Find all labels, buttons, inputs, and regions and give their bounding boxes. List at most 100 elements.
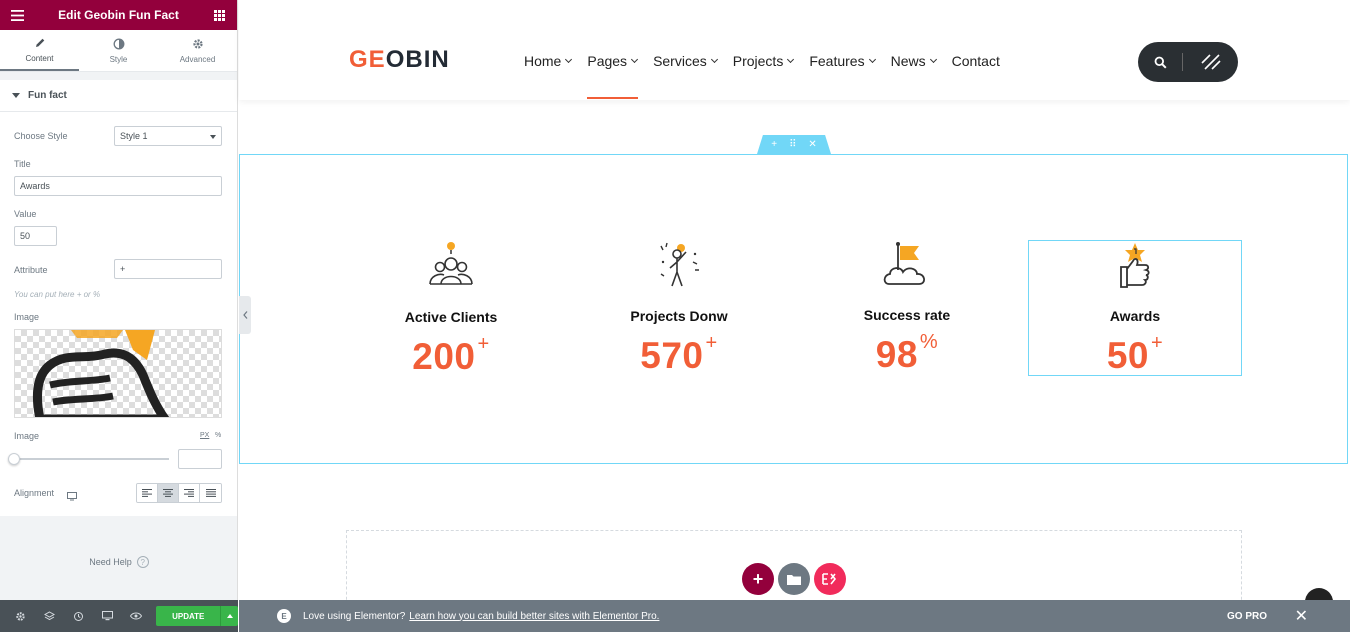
header-actions: [1138, 42, 1238, 82]
hamburger-menu-icon[interactable]: [10, 8, 24, 22]
chevron-left-icon: [242, 311, 247, 319]
navigator-layers-icon[interactable]: [35, 600, 64, 632]
chevron-down-icon: [631, 55, 639, 63]
align-center-icon: [163, 489, 173, 497]
nav-item-services[interactable]: Services: [653, 52, 718, 70]
nav-item-contact[interactable]: Contact: [952, 52, 1000, 70]
nav-item-home[interactable]: Home: [524, 52, 573, 70]
fun-fact-suffix: %: [919, 331, 939, 353]
nav-item-news[interactable]: News: [890, 52, 937, 70]
fun-fact-value: 570 +: [572, 332, 786, 377]
close-icon[interactable]: ✕: [1295, 606, 1308, 626]
value-label: Value: [14, 209, 37, 219]
go-pro-link[interactable]: GO PRO: [1227, 611, 1267, 622]
drag-section-icon[interactable]: ⠿: [789, 139, 796, 150]
tab-style-label: Style: [109, 54, 128, 64]
add-section-icon[interactable]: +: [771, 139, 777, 150]
pencil-icon: [35, 38, 44, 47]
preview-eye-icon[interactable]: [122, 600, 151, 632]
image-size-slider-handle[interactable]: [8, 453, 20, 465]
value-input-value: 50: [20, 231, 31, 241]
nav-item-label: Home: [524, 53, 562, 69]
section-title: Fun fact: [28, 90, 67, 101]
update-button[interactable]: UPDATE: [156, 606, 221, 626]
fun-fact-value: 50 +: [1029, 332, 1241, 377]
search-icon[interactable]: [1138, 56, 1182, 69]
elementskit-library-button[interactable]: [814, 563, 846, 595]
fun-fact-projects-donw[interactable]: Projects Donw 570 +: [572, 240, 786, 376]
fun-fact-success-rate[interactable]: Success rate 98%: [800, 240, 1014, 376]
editor-panel: Edit Geobin Fun Fact Content Style Advan…: [0, 0, 239, 632]
image-size-slider-track[interactable]: [14, 458, 169, 460]
fun-fact-awards[interactable]: Awards 50 +: [1028, 240, 1242, 376]
add-new-section-button[interactable]: +: [742, 563, 774, 595]
tab-style[interactable]: Style: [79, 30, 158, 71]
align-left-button[interactable]: [137, 484, 158, 502]
need-help-label: Need Help: [89, 557, 132, 567]
widgets-grid-icon[interactable]: [213, 8, 227, 22]
fun-fact-suffix: +: [1150, 332, 1164, 354]
section-fun-fact-toggle[interactable]: Fun fact: [0, 80, 237, 112]
choose-style-label: Choose Style: [14, 131, 68, 141]
section-handle: + ⠿ ✕: [757, 135, 831, 154]
align-right-button[interactable]: [179, 484, 200, 502]
promo-text: Love using Elementor?: [303, 610, 406, 622]
delete-section-icon[interactable]: ✕: [808, 139, 816, 150]
update-options-button[interactable]: [220, 606, 239, 626]
offcanvas-menu-icon[interactable]: [1183, 53, 1238, 71]
site-header: GEOBIN Home Pages Services Projects Features…: [239, 0, 1350, 100]
nav-item-pages[interactable]: Pages: [587, 52, 639, 70]
unit-percent[interactable]: %: [215, 432, 221, 439]
collapse-panel-button[interactable]: [239, 296, 251, 334]
main-nav: Home Pages Services Projects Features News Con…: [524, 52, 1016, 70]
settings-gear-icon[interactable]: [6, 600, 35, 632]
fun-fact-active-clients[interactable]: Active Clients 200 +: [344, 240, 558, 378]
image-size-input[interactable]: [178, 449, 222, 469]
alignment-control: [136, 483, 222, 503]
align-center-button[interactable]: [158, 484, 179, 502]
panel-title: Edit Geobin Fun Fact: [58, 8, 179, 22]
value-input[interactable]: 50: [14, 226, 57, 246]
desktop-device-icon[interactable]: [67, 488, 77, 506]
nav-item-features[interactable]: Features: [809, 52, 876, 70]
attribute-hint: You can put here + or %: [14, 290, 101, 299]
history-icon[interactable]: [64, 600, 93, 632]
alignment-label: Alignment: [14, 488, 55, 498]
tab-content[interactable]: Content: [0, 30, 79, 71]
fun-fact-number: 570: [640, 335, 704, 376]
title-input[interactable]: Awards: [14, 176, 222, 196]
nav-item-projects[interactable]: Projects: [732, 52, 795, 70]
site-preview: GEOBIN Home Pages Services Projects Features…: [239, 0, 1350, 632]
responsive-mode-icon[interactable]: [93, 600, 122, 632]
align-right-icon: [184, 489, 194, 497]
need-help-link[interactable]: Need Help ?: [0, 556, 238, 568]
elementor-promo-bar: E Love using Elementor? Learn how you ca…: [239, 600, 1350, 632]
align-justify-icon: [205, 489, 216, 497]
tab-advanced[interactable]: Advanced: [158, 30, 237, 71]
nav-item-label: News: [890, 53, 926, 69]
align-left-icon: [142, 489, 152, 497]
astronaut-icon: [653, 240, 705, 292]
title-input-value: Awards: [20, 181, 50, 191]
nav-item-label: Projects: [732, 53, 784, 69]
caret-down-icon: [12, 93, 20, 98]
fun-fact-number: 50: [1106, 335, 1149, 376]
fun-fact-number: 200: [412, 336, 476, 377]
fun-fact-value: 200 +: [344, 333, 558, 378]
promo-link[interactable]: Learn how you can build better sites wit…: [409, 611, 659, 622]
panel-header: Edit Geobin Fun Fact: [0, 0, 237, 30]
choose-style-select[interactable]: Style 1: [114, 126, 222, 146]
align-justify-button[interactable]: [200, 484, 221, 502]
elementskit-icon: [822, 573, 837, 585]
select-arrow-icon: [210, 135, 216, 139]
unit-px[interactable]: PX: [200, 432, 209, 439]
attribute-input[interactable]: +: [114, 259, 222, 279]
folder-icon: [787, 574, 801, 585]
image-preview[interactable]: [14, 329, 222, 418]
attribute-label: Attribute: [14, 265, 48, 275]
question-icon: ?: [136, 556, 149, 568]
add-template-button[interactable]: [778, 563, 810, 595]
site-logo[interactable]: GEOBIN: [349, 46, 450, 74]
logo-part-1: GE: [349, 46, 386, 73]
fun-fact-value: 98%: [800, 331, 1014, 376]
